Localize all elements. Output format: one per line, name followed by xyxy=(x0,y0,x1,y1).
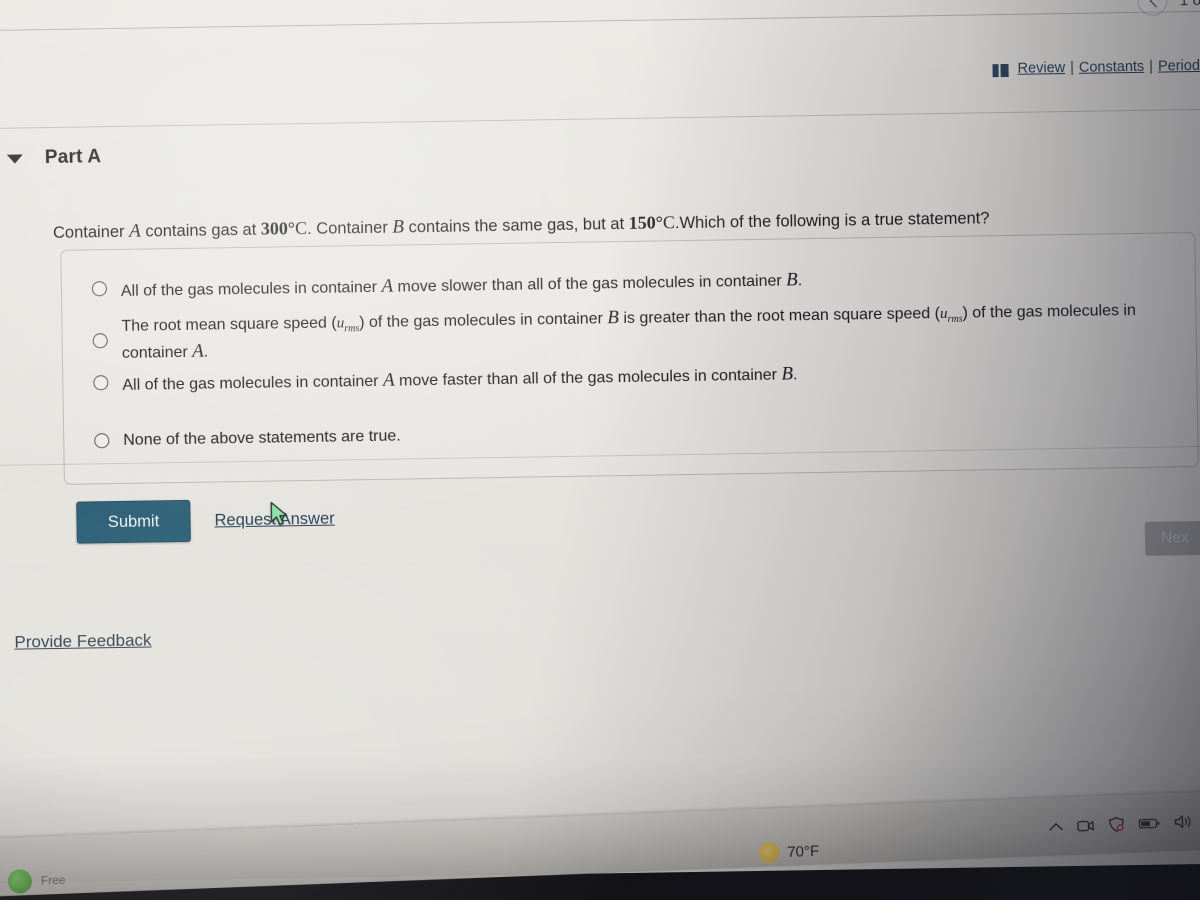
pagination-control: 1 of 3 xyxy=(1137,0,1200,16)
answer-choice-0-label: All of the gas molecules in container A … xyxy=(120,269,803,300)
radio-button-unchecked-icon[interactable] xyxy=(92,332,108,348)
prompt-temp-1: 300° xyxy=(260,218,296,239)
volume-icon[interactable] xyxy=(1174,813,1195,830)
section-divider xyxy=(0,108,1200,129)
radio-button-unchecked-icon[interactable] xyxy=(91,281,108,297)
prompt-temp-2-unit: C xyxy=(662,212,676,233)
provide-feedback-link[interactable]: Provide Feedback xyxy=(14,630,151,652)
chevron-left-icon xyxy=(1149,0,1157,8)
prompt-temp-2: 150° xyxy=(628,212,664,233)
weather-temperature: 70°F xyxy=(786,842,820,861)
review-link[interactable]: Review xyxy=(1017,60,1065,77)
radio-button-unchecked-icon[interactable] xyxy=(94,433,110,449)
camera-icon[interactable] xyxy=(1077,818,1096,834)
link-separator-2: | xyxy=(1149,58,1154,75)
prompt-seg-1: Container xyxy=(52,222,130,242)
answer-choices-panel: All of the gas molecules in container A … xyxy=(60,232,1199,485)
system-tray: 6:25 P 11/28/2 xyxy=(1048,805,1200,841)
prompt-var-a: A xyxy=(128,220,141,242)
page-counter-label: 1 of 3 xyxy=(1180,0,1200,9)
laptop-screen-photo: 1 of 3 Review | Constants | Periodic Tab… xyxy=(0,0,1200,900)
header-divider xyxy=(0,10,1200,31)
previous-question-button[interactable] xyxy=(1137,0,1168,16)
taskbar-left-app-label: Free xyxy=(40,872,66,888)
browser-viewport: 1 of 3 Review | Constants | Periodic Tab… xyxy=(0,0,1200,898)
taskbar-weather-widget[interactable]: 70°F xyxy=(758,841,820,864)
link-separator-1: | xyxy=(1070,59,1075,76)
prompt-temp-1-unit: C xyxy=(294,217,308,239)
periodic-table-link[interactable]: Periodic Tab xyxy=(1158,57,1200,74)
part-title: Part A xyxy=(44,146,102,169)
radio-button-unchecked-icon[interactable] xyxy=(93,375,109,391)
answer-choice-3-label: None of the above statements are true. xyxy=(123,427,401,449)
taskbar-left-app[interactable]: Free xyxy=(7,868,66,894)
prompt-var-b: B xyxy=(392,216,405,238)
constants-link[interactable]: Constants xyxy=(1079,59,1145,76)
answer-choice-1-label: The root mean square speed (urms) of the… xyxy=(121,301,1137,363)
security-alert-icon[interactable] xyxy=(1108,816,1127,833)
part-header[interactable]: Part A xyxy=(6,146,102,169)
chevron-up-icon[interactable] xyxy=(1049,821,1064,833)
sun-icon xyxy=(758,842,780,864)
answer-choice-2-label: All of the gas molecules in container A … xyxy=(122,363,798,394)
prompt-seg-4: contains the same gas, but at xyxy=(403,214,629,237)
submit-button[interactable]: Submit xyxy=(76,499,191,544)
next-button[interactable]: Nex xyxy=(1144,520,1200,556)
answer-choice-3[interactable]: None of the above statements are true. xyxy=(94,413,1184,453)
caret-down-icon[interactable] xyxy=(6,153,23,164)
prompt-seg-3: . Container xyxy=(306,218,393,238)
battery-icon[interactable] xyxy=(1139,816,1161,830)
book-icon xyxy=(992,63,1009,77)
prompt-seg-2: contains gas at xyxy=(140,220,262,241)
green-circle-icon[interactable] xyxy=(7,868,33,894)
tool-links: Review | Constants | Periodic Tab xyxy=(992,57,1200,77)
page-surface: 1 of 3 Review | Constants | Periodic Tab… xyxy=(0,0,1200,883)
prompt-seg-5: .Which of the following is a true statem… xyxy=(674,209,990,233)
